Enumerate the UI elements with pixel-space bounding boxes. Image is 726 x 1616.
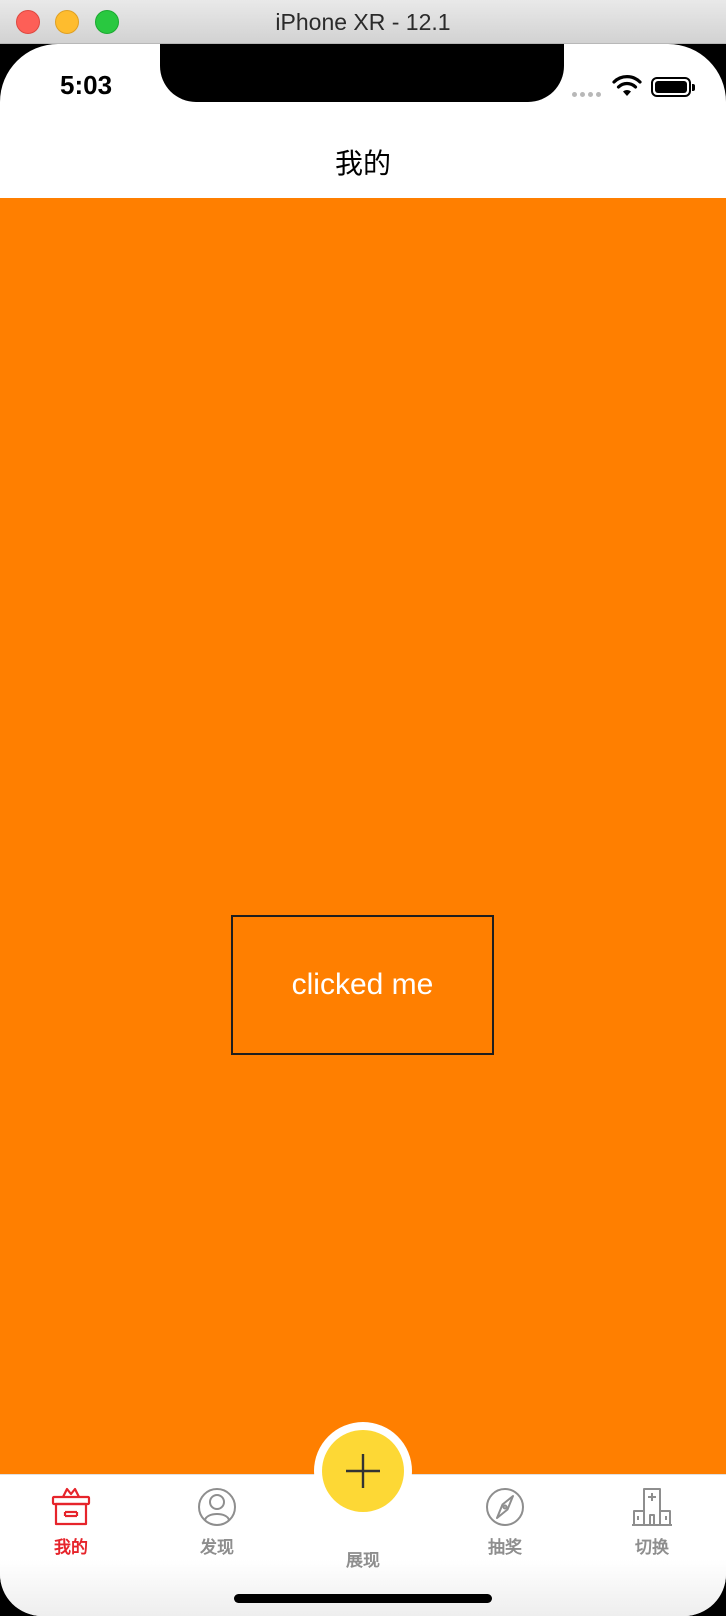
device-notch <box>160 44 564 102</box>
clicked-me-button[interactable]: clicked me <box>231 915 494 1055</box>
plus-icon <box>346 1454 380 1488</box>
user-circle-icon <box>198 1488 236 1526</box>
cellular-signal-icon <box>572 92 601 97</box>
battery-icon <box>651 77 695 97</box>
tab-lottery[interactable]: 抽奖 <box>455 1485 555 1558</box>
window-titlebar: iPhone XR - 12.1 <box>0 0 726 44</box>
building-icon <box>632 1488 672 1526</box>
compass-icon <box>486 1488 524 1526</box>
tab-discover[interactable]: 发现 <box>167 1485 267 1558</box>
main-content: clicked me <box>0 198 726 1474</box>
tab-mine[interactable]: 我的 <box>21 1485 121 1558</box>
tab-label-show: 展现 <box>346 1551 380 1571</box>
home-indicator[interactable] <box>234 1594 492 1603</box>
status-time: 5:03 <box>60 70 113 100</box>
window-title: iPhone XR - 12.1 <box>275 9 451 35</box>
device-screen: 5:03 我的 clicked me 我的 发现 抽奖 切换 展现 <box>0 44 726 1616</box>
navigation-bar: 我的 <box>0 132 726 198</box>
tab-switch[interactable]: 切换 <box>602 1485 702 1558</box>
wifi-icon <box>612 75 642 96</box>
tab-label-discover: 发现 <box>200 1538 234 1558</box>
tab-label-mine: 我的 <box>54 1538 88 1558</box>
tab-label-switch: 切换 <box>635 1538 669 1558</box>
page-title: 我的 <box>334 147 391 180</box>
gift-box-icon <box>51 1487 91 1526</box>
simulator-window: iPhone XR - 12.1 5:03 我的 clicked me 我的 发… <box>0 0 726 1616</box>
tab-label-lottery: 抽奖 <box>488 1538 522 1558</box>
tab-show-button[interactable] <box>322 1430 404 1512</box>
